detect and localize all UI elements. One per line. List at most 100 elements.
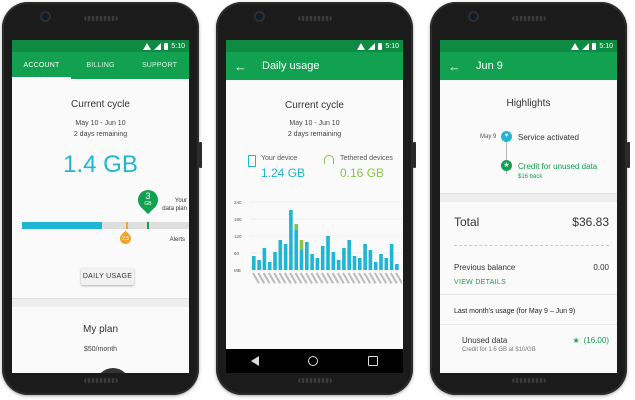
usage-bar-fill <box>22 222 102 229</box>
status-time: 5:10 <box>385 42 399 50</box>
chart-bar <box>267 262 272 270</box>
status-time: 5:10 <box>171 42 185 50</box>
daily-usage-button[interactable]: DAILY USAGE <box>81 268 134 285</box>
wifi-icon <box>357 42 366 50</box>
plan-price: $50/month <box>83 346 118 353</box>
plan-marker-value: 3 <box>145 191 151 201</box>
tab-support[interactable]: SUPPORT <box>130 52 189 79</box>
status-time: 5:10 <box>599 42 613 50</box>
wifi-icon <box>143 42 152 50</box>
chart-bar <box>305 242 309 270</box>
plan-tick <box>147 222 149 229</box>
card-divider <box>12 298 189 307</box>
total-label: Total <box>454 215 480 229</box>
chart-bar-tethered <box>299 240 304 250</box>
chart-bar <box>331 252 336 270</box>
signal-icon <box>582 42 590 50</box>
chart-bar <box>283 244 288 270</box>
nav-back-icon[interactable] <box>250 356 259 366</box>
battery-icon <box>164 42 169 50</box>
phone-icon <box>248 155 256 167</box>
chart-bar <box>294 230 298 270</box>
alerts-label: Alerts <box>169 237 185 243</box>
chart-ytick-label: 120 <box>234 234 242 239</box>
last-month-title: Last month's usage (for May 9 – Jun 9) <box>454 308 576 315</box>
chart-ytick-label: MB <box>234 268 241 273</box>
app-bar: ← Daily usage <box>226 52 403 80</box>
wifi-icon <box>571 42 580 50</box>
screen: 5:10 ← Jun 9 Highlights May 9 ♥ Service … <box>440 40 617 373</box>
cycle-title: Current cycle <box>285 100 344 111</box>
chart-ytick-label: 180 <box>234 217 242 222</box>
signal-icon <box>368 42 376 50</box>
chart-bar <box>358 258 362 270</box>
event1-text: Service activated <box>518 133 579 142</box>
card-divider <box>440 193 617 202</box>
plan-marker-label: Your data plan <box>162 197 187 213</box>
unused-star-icon: ★ <box>572 336 580 345</box>
chart-bar <box>315 258 320 270</box>
front-camera <box>470 13 477 20</box>
tab-billing[interactable]: BILLING <box>71 52 130 79</box>
plan-label-line2: data plan <box>162 206 187 212</box>
highlights-title: Highlights <box>506 98 551 109</box>
tethered-label: Tethered devices <box>340 155 393 162</box>
front-camera <box>256 13 263 20</box>
chart-bar <box>379 254 383 270</box>
chart-ytick-label: 240 <box>234 200 242 205</box>
screen: 5:10 ← Daily usage Current cycle May 10 … <box>226 40 403 373</box>
speaker-grille <box>297 16 332 21</box>
screen: 5:10 ACCOUNT BILLING SUPPORT Current cyc… <box>12 40 189 373</box>
back-arrow-icon[interactable]: ← <box>448 59 466 74</box>
phone-daily-usage: 5:10 ← Daily usage Current cycle May 10 … <box>216 2 416 395</box>
chart-bar <box>336 260 341 270</box>
chart-bar <box>273 252 277 270</box>
tab-account[interactable]: ACCOUNT <box>12 52 71 79</box>
unused-data-value: ★ (16.00) <box>572 336 609 345</box>
credit-note: Credit for 1.6 GB at $10/GB <box>462 347 536 353</box>
speaker-grille <box>511 16 546 21</box>
page-title: Daily usage <box>262 60 320 72</box>
section-divider <box>440 294 617 295</box>
unused-data-label: Unused data <box>462 336 508 345</box>
chart-bar <box>352 256 357 270</box>
chart-bar <box>384 258 389 270</box>
alert-tick <box>126 222 128 229</box>
heart-icon: ♥ <box>501 131 512 142</box>
status-bar: 5:10 <box>440 40 617 52</box>
days-remaining: 2 days remaining <box>73 131 128 138</box>
nav-bar <box>226 349 403 373</box>
chart-bar <box>299 250 304 270</box>
speaker-grille <box>83 16 118 21</box>
nav-home-icon[interactable] <box>308 356 319 366</box>
fab-button[interactable] <box>96 368 130 373</box>
nav-recent-icon[interactable] <box>368 356 379 366</box>
cycle-title: Current cycle <box>71 99 130 110</box>
chart-bar <box>289 210 293 270</box>
app-bar: ← Jun 9 <box>440 52 617 80</box>
status-bar: 5:10 <box>226 40 403 52</box>
view-details-link[interactable]: VIEW DETAILS <box>454 279 506 286</box>
chart-bar <box>278 240 283 270</box>
unused-data-amount: (16.00) <box>583 336 609 345</box>
prev-balance-value: 0.00 <box>593 263 609 272</box>
star-icon: ★ <box>501 160 512 171</box>
device-label: Your device <box>261 155 298 162</box>
phone-account: 5:10 ACCOUNT BILLING SUPPORT Current cyc… <box>2 2 202 395</box>
back-arrow-icon[interactable]: ← <box>234 59 252 74</box>
chart-bar <box>373 262 378 270</box>
total-value: $36.83 <box>572 215 609 229</box>
battery-icon <box>592 42 597 50</box>
event2-text: Credit for unused data <box>518 162 598 171</box>
section-divider-2 <box>440 324 617 325</box>
tab-bar: ACCOUNT BILLING SUPPORT <box>12 52 189 79</box>
plan-marker-unit: GB <box>144 201 152 207</box>
chart-bar <box>363 244 367 270</box>
tether-icon <box>324 155 334 164</box>
chart-bar <box>342 248 346 270</box>
chart-bar <box>320 246 325 270</box>
tethered-value: 0.16 GB <box>340 166 385 180</box>
chart-bar <box>310 254 314 270</box>
chart-bar <box>262 248 267 270</box>
chart-bar <box>252 256 256 270</box>
